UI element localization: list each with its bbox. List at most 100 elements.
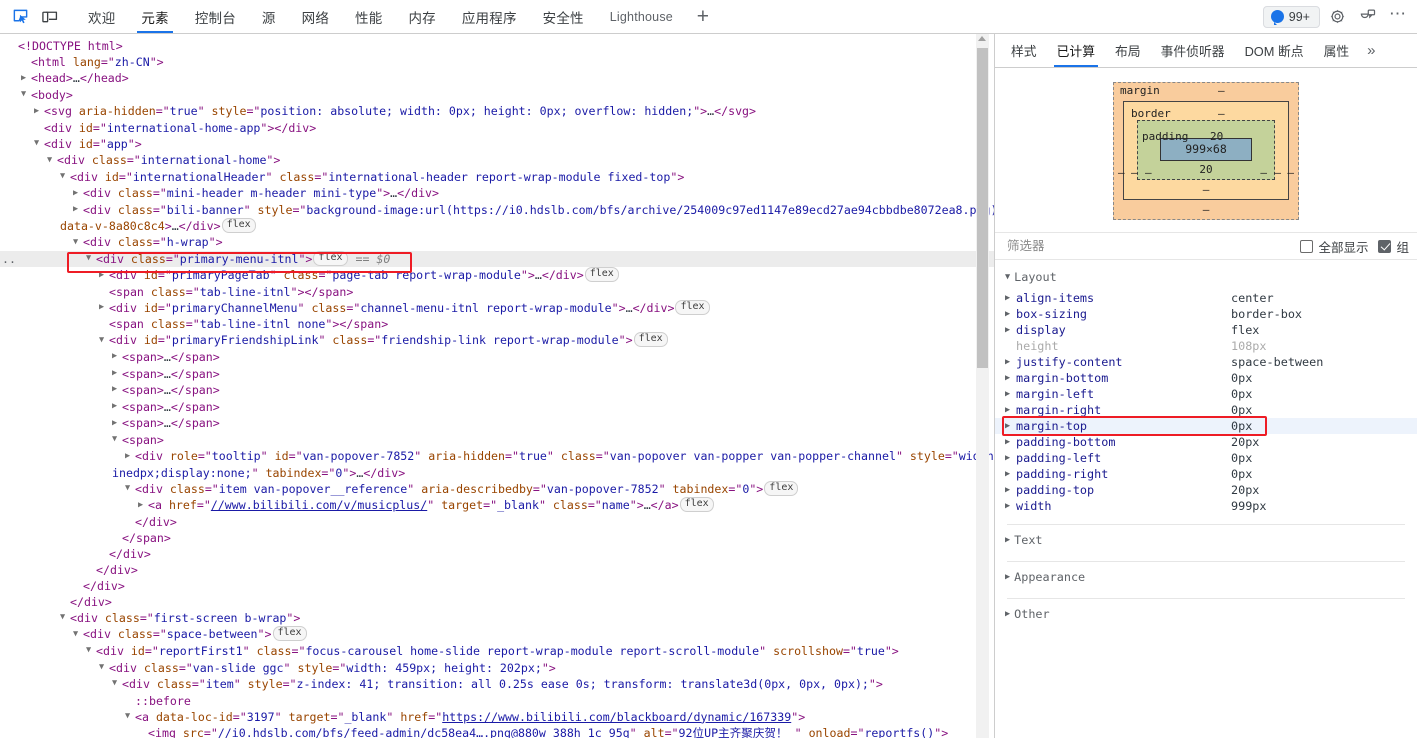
show-all-checkbox[interactable]: [1300, 239, 1314, 253]
padding-top-label-value[interactable]: 20: [1210, 130, 1223, 143]
chevron-down-icon[interactable]: [60, 609, 70, 625]
dom-node-row[interactable]: <div id="primaryChannelMenu" class="chan…: [0, 299, 994, 317]
border-top-value[interactable]: –: [1218, 107, 1225, 120]
flex-badge[interactable]: flex: [633, 332, 668, 348]
property-value[interactable]: 0px: [1231, 451, 1252, 465]
chevron-down-icon[interactable]: ▼: [1005, 272, 1010, 282]
sidebar-tab-1[interactable]: 已计算: [1047, 34, 1105, 67]
chevron-right-icon[interactable]: ▶: [1005, 609, 1010, 619]
chevron-right-icon[interactable]: ▶: [1005, 485, 1016, 495]
computed-section-appearance[interactable]: ▶ Appearance: [995, 562, 1417, 590]
chevron-right-icon[interactable]: ▶: [1005, 293, 1016, 303]
dom-node-row[interactable]: <a data-loc-id="3197" target="_blank" hr…: [0, 709, 994, 726]
chevron-right-icon[interactable]: ▶: [1005, 421, 1016, 431]
computed-property-height[interactable]: height 108px: [995, 338, 1417, 354]
group-checkbox-group[interactable]: 组: [1378, 237, 1409, 256]
chevron-down-icon[interactable]: [125, 708, 135, 724]
computed-section-text[interactable]: ▶ Text: [995, 525, 1417, 553]
chevron-down-icon[interactable]: [47, 152, 57, 168]
sidebar-tabs-overflow-icon[interactable]: »: [1359, 34, 1383, 67]
computed-property-align-items[interactable]: ▶ align-items center: [995, 290, 1417, 306]
chevron-right-icon[interactable]: [21, 70, 31, 86]
computed-property-justify-content[interactable]: ▶ justify-content space-between: [995, 354, 1417, 370]
computed-section-other[interactable]: ▶ Other: [995, 599, 1417, 627]
dom-breadcrumb-dots[interactable]: ..: [2, 251, 16, 267]
property-value[interactable]: 20px: [1231, 435, 1259, 449]
chevron-down-icon[interactable]: [34, 135, 44, 151]
chevron-down-icon[interactable]: [73, 626, 83, 642]
chevron-right-icon[interactable]: ▶: [1005, 501, 1016, 511]
sidebar-tab-3[interactable]: 事件侦听器: [1151, 34, 1235, 67]
panel-tab-2[interactable]: 控制台: [182, 0, 249, 33]
dom-node-row[interactable]: <body>: [0, 87, 994, 104]
computed-property-margin-left[interactable]: ▶ margin-left 0px: [995, 386, 1417, 402]
chevron-right-icon[interactable]: ▶: [1005, 453, 1016, 463]
property-value[interactable]: flex: [1231, 323, 1259, 337]
dom-node-row[interactable]: <span>: [0, 432, 994, 449]
panel-tab-0[interactable]: 欢迎: [75, 0, 128, 33]
margin-bottom-value[interactable]: –: [1114, 203, 1298, 216]
chevron-right-icon[interactable]: ▶: [1005, 357, 1016, 367]
padding-left-value[interactable]: –: [1145, 166, 1152, 179]
inspect-element-icon[interactable]: [6, 4, 34, 30]
chevron-down-icon[interactable]: [86, 642, 96, 658]
panel-tab-5[interactable]: 性能: [342, 0, 395, 33]
computed-properties-list[interactable]: ▼ Layout ▶ align-items center ▶ box-sizing bord…: [995, 260, 1417, 738]
border-bottom-value[interactable]: –: [1124, 183, 1288, 196]
computed-property-padding-bottom[interactable]: ▶ padding-bottom 20px: [995, 434, 1417, 450]
panel-tab-6[interactable]: 内存: [395, 0, 448, 33]
padding-bottom-value[interactable]: 20: [1138, 163, 1274, 176]
sidebar-tab-0[interactable]: 样式: [1001, 34, 1047, 67]
dom-node-row[interactable]: <div class="mini-header m-header mini-ty…: [0, 185, 994, 202]
flex-badge[interactable]: flex: [221, 218, 256, 234]
gear-icon[interactable]: [1323, 4, 1351, 30]
panel-tab-4[interactable]: 网络: [289, 0, 342, 33]
computed-property-padding-left[interactable]: ▶ padding-left 0px: [995, 450, 1417, 466]
chevron-down-icon[interactable]: [112, 675, 122, 691]
property-value[interactable]: 0px: [1231, 403, 1252, 417]
computed-property-padding-top[interactable]: ▶ padding-top 20px: [995, 482, 1417, 498]
sidebar-tab-2[interactable]: 布局: [1105, 34, 1151, 67]
property-value[interactable]: 108px: [1231, 339, 1267, 353]
flex-badge[interactable]: flex: [679, 497, 714, 513]
customize-devtools-icon[interactable]: [1354, 4, 1382, 30]
dom-node-row[interactable]: <div class="first-screen b-wrap">: [0, 610, 994, 627]
property-value[interactable]: space-between: [1231, 355, 1323, 369]
dom-node-row[interactable]: <span>…</span>: [0, 382, 994, 399]
dom-node-row[interactable]: <html lang="zh-CN">: [0, 54, 994, 70]
box-model-diagram[interactable]: 20 999×68 20 – – margin: [1113, 82, 1299, 220]
property-value[interactable]: 999px: [1231, 499, 1267, 513]
chevron-down-icon[interactable]: [21, 86, 31, 102]
dom-node-row[interactable]: <div class="h-wrap">: [0, 234, 994, 251]
property-value[interactable]: 0px: [1231, 387, 1252, 401]
computed-property-display[interactable]: ▶ display flex: [995, 322, 1417, 338]
chevron-right-icon[interactable]: [112, 398, 122, 414]
chevron-right-icon[interactable]: [73, 201, 83, 217]
border-right-value[interactable]: –: [1274, 166, 1281, 179]
property-value[interactable]: 0px: [1231, 371, 1252, 385]
dom-node-row[interactable]: </div>: [0, 514, 994, 530]
panel-tab-1[interactable]: 元素: [128, 0, 181, 33]
dom-node-row[interactable]: <img src="//i0.hdslb.com/bfs/feed-admin/…: [0, 725, 994, 738]
dom-link[interactable]: https://www.bilibili.com/blackboard/dyna…: [442, 710, 791, 724]
dom-node-row[interactable]: <div class="space-between">flex: [0, 626, 994, 643]
dom-node-row[interactable]: <div class="international-home">: [0, 152, 994, 169]
dom-node-row[interactable]: <svg aria-hidden="true" style="position:…: [0, 103, 994, 120]
dom-node-row[interactable]: <div id="international-home-app"></div>: [0, 120, 994, 136]
dom-node-row[interactable]: <head>…</head>: [0, 70, 994, 87]
dom-node-row-selected[interactable]: .. <div class="primary-menu-itnl">flex ==…: [0, 250, 994, 268]
padding-right-value[interactable]: –: [1260, 166, 1267, 179]
computed-property-width[interactable]: ▶ width 999px: [995, 498, 1417, 514]
filter-input[interactable]: [1005, 238, 1291, 254]
chevron-right-icon[interactable]: ▶: [1005, 437, 1016, 447]
panel-tab-7[interactable]: 应用程序: [449, 0, 530, 33]
show-all-checkbox-group[interactable]: 全部显示: [1300, 237, 1368, 256]
dom-link[interactable]: //www.bilibili.com/v/musicplus/: [211, 498, 427, 512]
sidebar-tab-4[interactable]: DOM 断点: [1235, 34, 1314, 67]
dom-tree-panel[interactable]: <!DOCTYPE html><html lang="zh-CN"><head>…: [0, 34, 995, 738]
dom-tree[interactable]: <!DOCTYPE html><html lang="zh-CN"><head>…: [0, 34, 994, 738]
chevron-right-icon[interactable]: ▶: [1005, 572, 1010, 582]
chevron-down-icon[interactable]: [86, 250, 96, 266]
chevron-down-icon[interactable]: [112, 431, 122, 447]
chevron-right-icon[interactable]: ▶: [1005, 373, 1016, 383]
